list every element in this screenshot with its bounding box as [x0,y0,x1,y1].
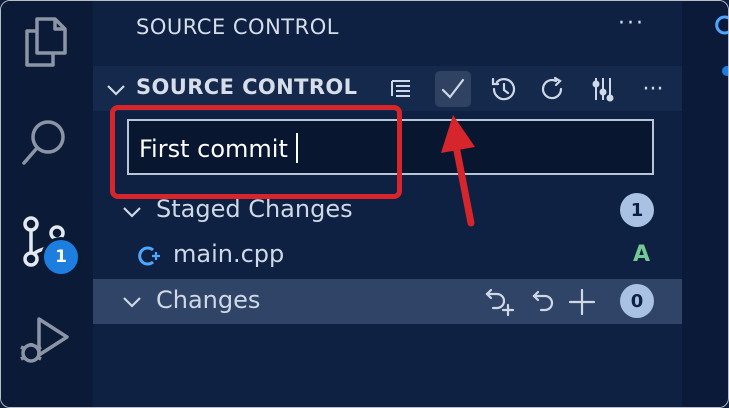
source-control-sidebar: SOURCE CONTROL ··· SOURCE CONTROL ··· Fi… [93,1,682,407]
file-status-added: A [633,242,651,267]
sidebar-more-button[interactable]: ··· [618,11,645,36]
discard-icon[interactable] [530,286,558,318]
chevron-down-icon [123,297,141,308]
history-icon[interactable] [485,71,521,107]
editor-area-strip [682,1,728,407]
open-changes-icon[interactable] [483,286,515,318]
changes-label: Changes [156,286,261,314]
annotation-arrow-icon [441,115,475,227]
changes-group[interactable]: Changes 0 [93,279,682,324]
staged-file-row[interactable]: main.cpp A [93,234,682,278]
staged-file-name: main.cpp [173,240,285,268]
commit-check-icon[interactable] [435,71,471,107]
chevron-down-icon [107,85,125,96]
staged-count-badge: 1 [620,193,654,227]
chevron-down-icon [123,207,141,218]
run-debug-icon[interactable] [17,313,73,369]
files-icon[interactable] [17,13,73,69]
vscode-window: 1 SOURCE CONTROL ··· SOURCE CONTROL ··· … [0,0,729,408]
sidebar-title: SOURCE CONTROL [136,15,339,39]
view-as-tree-icon[interactable] [383,71,419,107]
annotation-highlight-box [110,105,402,199]
section-title: SOURCE CONTROL [136,75,358,99]
more-actions-icon[interactable]: ··· [635,71,671,107]
editor-dot-icon [722,66,728,76]
source-control-badge: 1 [44,240,78,274]
cpp-file-icon [715,15,728,35]
staged-changes-label: Staged Changes [156,195,353,223]
refresh-icon[interactable] [535,71,571,107]
activity-bar: 1 [1,1,93,407]
cpp-file-icon [138,246,160,266]
changes-count-badge: 0 [620,284,654,318]
branch-graph-icon[interactable] [585,71,621,107]
stage-all-icon[interactable] [567,287,597,317]
search-icon[interactable] [17,113,73,169]
